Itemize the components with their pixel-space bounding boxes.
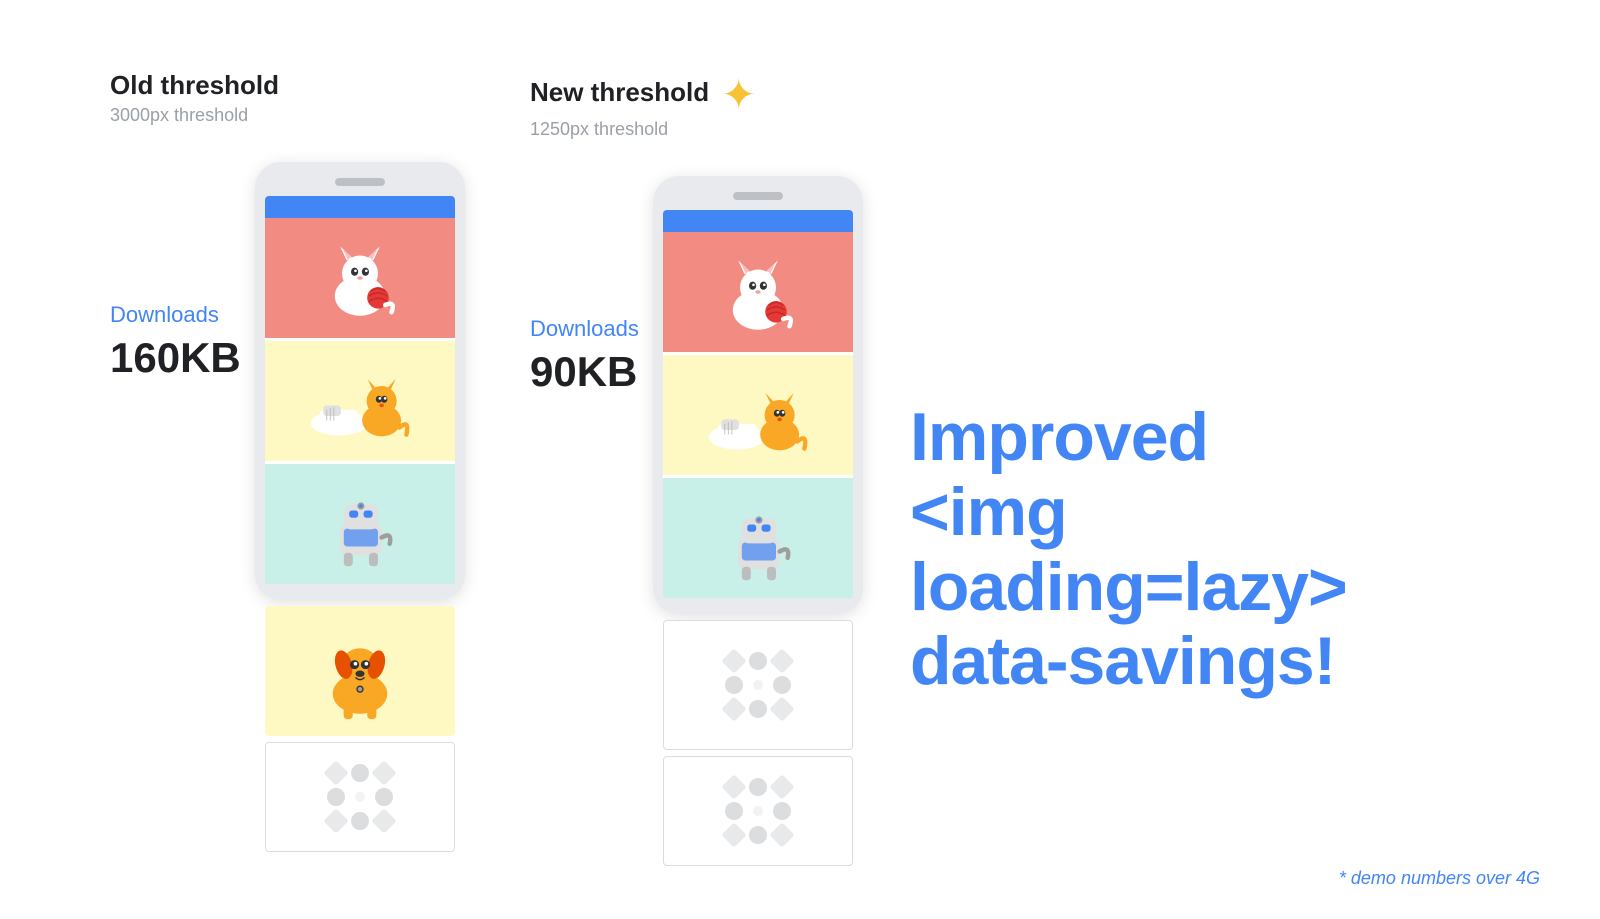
old-phone-images: [265, 218, 455, 584]
hero-text: Improved <img loading=lazy> data-savings…: [910, 70, 1490, 849]
new-threshold-title: New threshold: [530, 77, 709, 108]
new-threshold-subtitle: 1250px threshold: [530, 119, 756, 140]
old-threshold-column: Old threshold 3000px threshold Downloads…: [110, 70, 450, 849]
demo-note: * demo numbers over 4G: [1339, 868, 1540, 889]
new-phone-img-cat: [663, 232, 853, 352]
new-phone-images: [663, 232, 853, 598]
page: Old threshold 3000px threshold Downloads…: [0, 0, 1600, 919]
new-threshold-header: New threshold ✦ 1250px threshold: [530, 70, 756, 160]
new-stats: Downloads 90KB: [530, 176, 639, 396]
old-phone-body: [255, 162, 465, 600]
old-threshold-header: Old threshold 3000px threshold: [110, 70, 279, 146]
old-downloads-label: Downloads: [110, 302, 241, 328]
old-outside-images: [255, 606, 465, 852]
new-threshold-column: New threshold ✦ 1250px threshold Downloa…: [530, 70, 870, 849]
loading-spinner-icon: [307, 744, 413, 850]
new-phone-header-bar: [663, 210, 853, 232]
hero-title-improved: Improved: [910, 400, 1208, 475]
loading-spinner-2-icon: [705, 758, 811, 864]
old-phone-img-orange-cat: [265, 341, 455, 461]
new-downloads-label: Downloads: [530, 316, 639, 342]
cat-svg: [305, 233, 415, 323]
new-outside-img-loading-1: [663, 620, 853, 750]
old-downloads-value: 160KB: [110, 334, 241, 382]
old-phone-header-bar: [265, 196, 455, 218]
new-phone-notch: [733, 192, 783, 200]
hero-title-img-tag: <img loading=lazy>: [910, 475, 1490, 625]
new-outside-img-loading-2: [663, 756, 853, 866]
new-phone: [653, 176, 863, 866]
new-orange-cat-svg: [700, 370, 815, 460]
loading-spinner-1-icon: [705, 632, 811, 738]
new-robot-dog-svg: [703, 493, 813, 583]
old-phone-stats-group: Downloads 160KB: [110, 162, 465, 852]
new-phone-img-robot-dog: [663, 478, 853, 598]
old-threshold-subtitle: 3000px threshold: [110, 105, 279, 126]
old-threshold-title: Old threshold: [110, 70, 279, 101]
old-phone-img-robot-dog: [265, 464, 455, 584]
hero-title-data-savings: data-savings!: [910, 624, 1335, 699]
phone-notch: [335, 178, 385, 186]
new-downloads-value: 90KB: [530, 348, 639, 396]
old-phone-img-cat: [265, 218, 455, 338]
new-phone-stats-group: Downloads 90KB: [530, 176, 863, 866]
old-phone: [255, 162, 465, 852]
new-outside-images: [653, 620, 863, 866]
new-phone-body: [653, 176, 863, 614]
yellow-dog-svg: [305, 621, 415, 721]
new-phone-img-orange-cat: [663, 355, 853, 475]
sparkle-icon: ✦: [721, 70, 756, 119]
main-layout: Old threshold 3000px threshold Downloads…: [60, 40, 1540, 879]
orange-cat-svg: [302, 356, 417, 446]
new-threshold-title-row: New threshold ✦: [530, 70, 756, 119]
old-outside-img-loading: [265, 742, 455, 852]
old-outside-img-dog: [265, 606, 455, 736]
new-cat-svg: [703, 247, 813, 337]
robot-dog-svg: [305, 479, 415, 569]
old-stats: Downloads 160KB: [110, 162, 241, 382]
